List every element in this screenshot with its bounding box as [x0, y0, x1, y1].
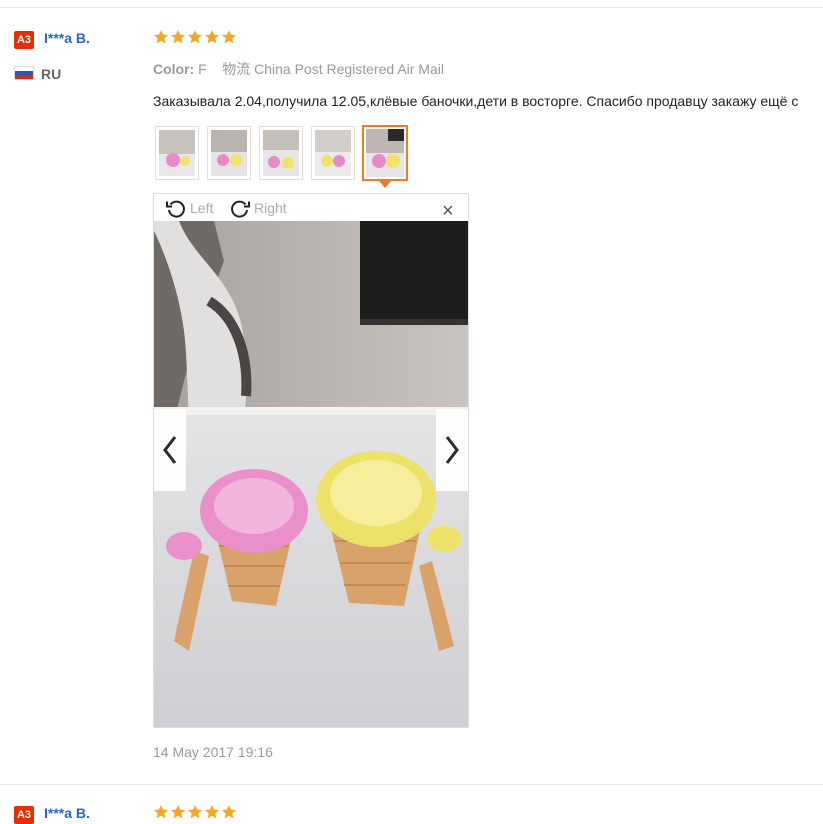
reviewer-name[interactable]: I***a B. [44, 30, 90, 46]
star-icon [154, 805, 168, 819]
color-value: F [198, 61, 207, 77]
review-photo-large [154, 221, 468, 727]
rotate-left-label: Left [190, 200, 214, 216]
rotate-right-button[interactable]: Right [228, 196, 287, 220]
star-icon [171, 30, 185, 44]
star-icon [222, 805, 236, 819]
thumbnail-image [211, 130, 247, 176]
star-icon [188, 805, 202, 819]
review-photo-thumbnail-selected[interactable] [362, 125, 408, 181]
star-rating [153, 29, 237, 45]
review-divider [0, 784, 823, 785]
thumbnail-image [159, 130, 195, 176]
next-photo-button[interactable] [436, 409, 468, 491]
review-date: 14 May 2017 19:16 [153, 744, 273, 760]
review-text: Заказывала 2.04,получила 12.05,клёвые ба… [153, 93, 799, 109]
shipping-method: 物流 China Post Registered Air Mail [222, 61, 444, 77]
selected-thumbnail-caret [379, 181, 391, 188]
rotate-left-button[interactable]: Left [164, 196, 213, 220]
photo-viewer: Left Right × [153, 193, 469, 728]
star-icon [205, 30, 219, 44]
review-photo-thumbnail[interactable] [311, 126, 355, 180]
rotate-right-label: Right [254, 200, 287, 216]
reviewer-country: RU [41, 66, 62, 82]
star-icon [154, 30, 168, 44]
chevron-left-icon [163, 436, 177, 464]
review-photo-thumbnail[interactable] [155, 126, 199, 180]
chevron-right-icon [445, 436, 459, 464]
user-level-badge: A3 [14, 31, 34, 49]
russia-flag-icon [14, 66, 34, 80]
large-photo-image [154, 221, 468, 727]
review-photo-thumbnail[interactable] [207, 126, 251, 180]
reviewer-name[interactable]: I***a B. [44, 805, 90, 821]
star-rating [153, 804, 237, 820]
review-photo-thumbnail[interactable] [259, 126, 303, 180]
thumbnail-image [315, 130, 351, 176]
user-level-badge: A3 [14, 806, 34, 824]
close-viewer-button[interactable]: × [442, 201, 454, 221]
star-icon [188, 30, 202, 44]
star-icon [222, 30, 236, 44]
color-label: Color: [153, 61, 195, 77]
star-icon [171, 805, 185, 819]
previous-photo-button[interactable] [154, 409, 186, 491]
thumbnail-image [263, 130, 299, 176]
rotate-left-icon [166, 200, 185, 218]
rotate-right-icon [231, 200, 250, 218]
order-info: Color: F 物流 China Post Registered Air Ma… [153, 59, 444, 79]
star-icon [205, 805, 219, 819]
top-divider [0, 7, 823, 8]
thumbnail-image [366, 129, 404, 177]
